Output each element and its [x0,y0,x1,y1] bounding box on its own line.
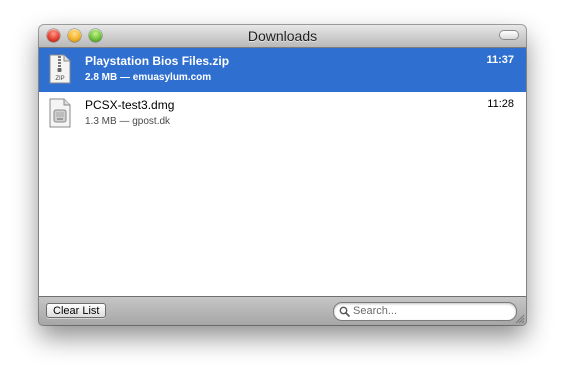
title-bar[interactable]: Downloads [39,25,526,48]
file-name: Playstation Bios Files.zip [85,54,230,68]
bottom-bar: Clear List [39,297,526,325]
download-time: 11:28 [487,98,514,110]
zip-file-icon: ZIP [49,54,71,84]
file-meta: 2.8 MB — emuasylum.com [85,72,212,83]
download-row[interactable]: PCSX-test3.dmg 1.3 MB — gpost.dk 11:28 [39,92,526,136]
search-input[interactable] [353,304,508,318]
file-name: PCSX-test3.dmg [85,98,175,112]
search-field[interactable] [333,302,517,321]
download-row[interactable]: ZIP Playstation Bios Files.zip 2.8 MB — … [39,48,526,92]
toolbar-toggle-button[interactable] [500,31,518,39]
search-icon [339,306,350,317]
download-time: 11:37 [486,54,514,66]
window-title: Downloads [247,28,318,44]
file-meta: 1.3 MB — gpost.dk [85,116,171,127]
downloads-list[interactable]: ZIP Playstation Bios Files.zip 2.8 MB — … [39,48,526,297]
resize-grip-icon[interactable] [513,312,525,324]
clear-list-button[interactable]: Clear List [46,303,107,318]
zip-icon-label: ZIP [55,76,64,82]
downloads-window: Downloads ZIP Playstation Bios Files.zip… [39,25,526,325]
disk-image-icon [49,98,71,128]
